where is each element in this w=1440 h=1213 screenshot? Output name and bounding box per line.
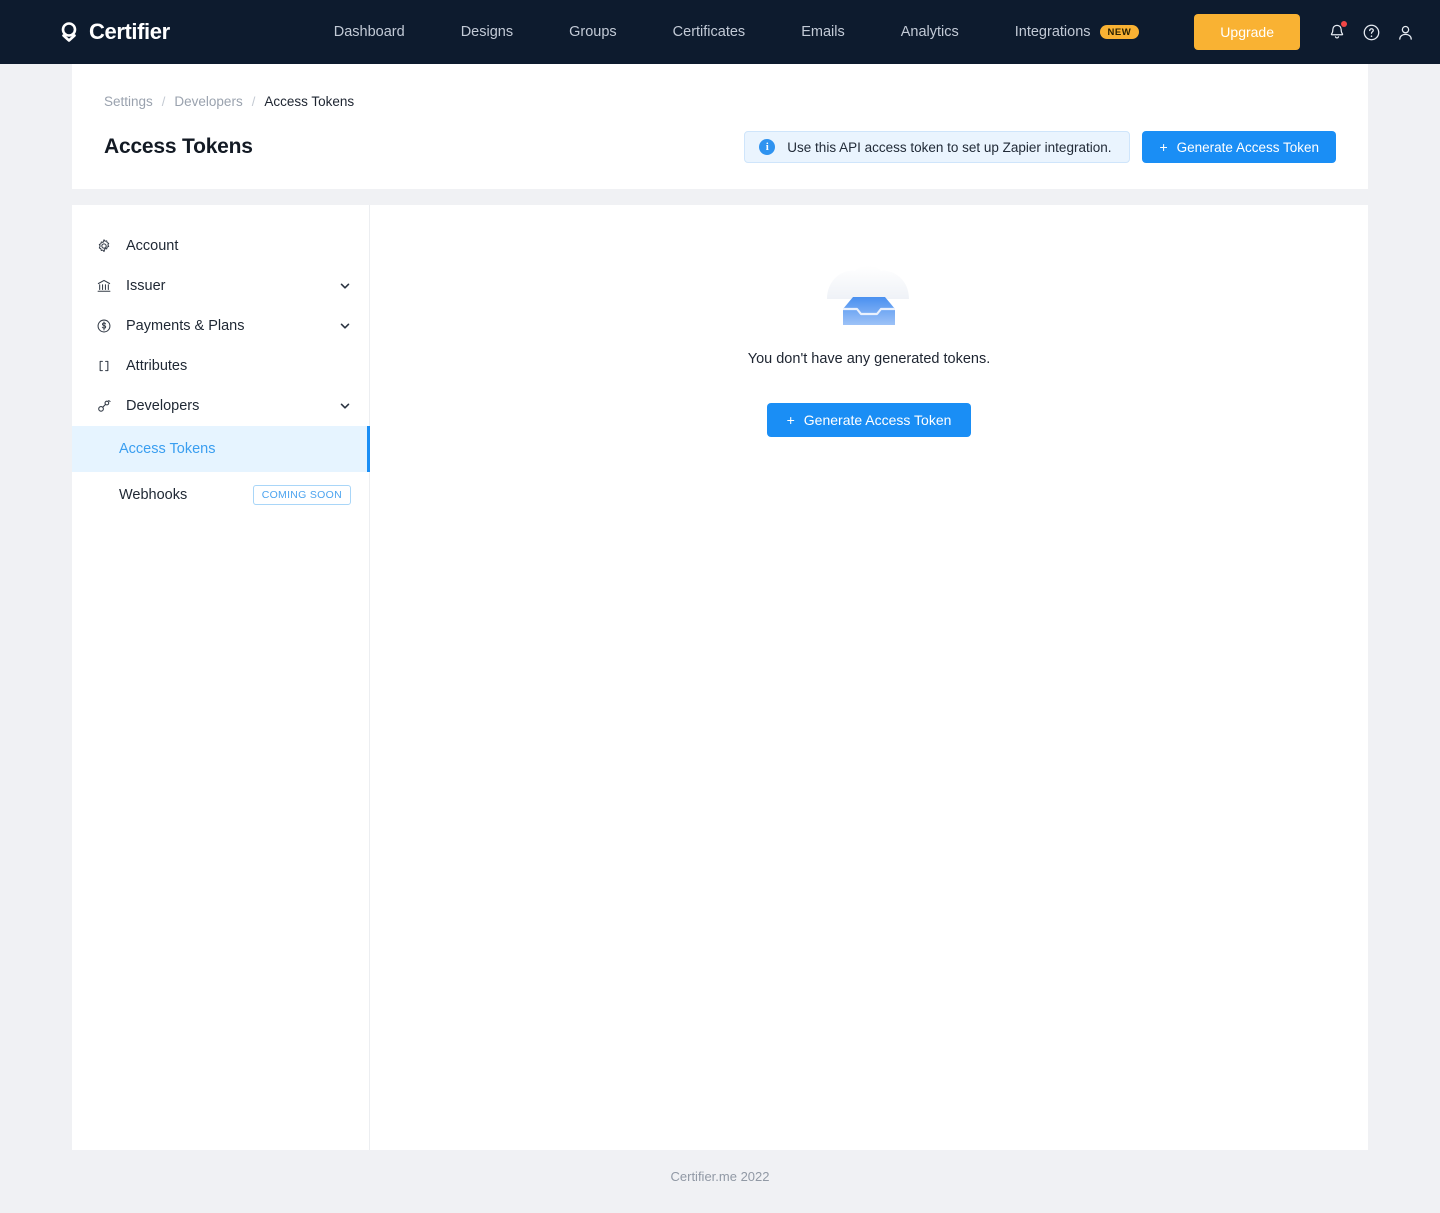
plus-icon: + bbox=[786, 412, 795, 428]
info-circle-icon: i bbox=[759, 139, 776, 155]
nav-right-actions: Upgrade bbox=[1194, 14, 1422, 50]
nav-link-certificates[interactable]: Certificates bbox=[645, 24, 774, 40]
nav-link-label: Integrations bbox=[1014, 24, 1091, 40]
generate-access-token-label: Generate Access Token bbox=[1176, 139, 1319, 155]
certifier-logo-icon bbox=[56, 19, 82, 45]
help-circle-icon[interactable] bbox=[1354, 15, 1388, 49]
upgrade-button[interactable]: Upgrade bbox=[1194, 14, 1300, 50]
generate-access-token-button-header[interactable]: + Generate Access Token bbox=[1142, 131, 1336, 163]
nav-link-integrations[interactable]: Integrations NEW bbox=[987, 24, 1167, 40]
key-icon bbox=[94, 398, 114, 414]
generate-access-token-label: Generate Access Token bbox=[803, 412, 952, 428]
settings-sidebar: Account Issuer Payments & Plans Attribut… bbox=[72, 205, 370, 1150]
breadcrumb: Settings / Developers / Access Tokens bbox=[104, 94, 1336, 109]
sidebar-item-label: Payments & Plans bbox=[126, 318, 245, 334]
user-account-icon[interactable] bbox=[1388, 15, 1422, 49]
brand-logo[interactable]: Certifier bbox=[56, 19, 170, 45]
nav-link-label: Groups bbox=[569, 24, 617, 40]
brackets-icon bbox=[94, 358, 114, 374]
page-header-row: Access Tokens i Use this API access toke… bbox=[104, 131, 1336, 163]
empty-box-icon bbox=[809, 263, 929, 335]
notification-dot bbox=[1341, 21, 1347, 27]
page-title: Access Tokens bbox=[104, 135, 253, 158]
page-header-actions: i Use this API access token to set up Za… bbox=[744, 131, 1336, 163]
main-nav-links: Dashboard Designs Groups Certificates Em… bbox=[306, 24, 1167, 40]
nav-link-label: Dashboard bbox=[333, 24, 405, 40]
coming-soon-badge: COMING SOON bbox=[252, 485, 351, 505]
chevron-down-icon[interactable] bbox=[339, 280, 351, 292]
empty-state-action: + Generate Access Token bbox=[766, 403, 972, 437]
settings-body-card: Account Issuer Payments & Plans Attribut… bbox=[72, 205, 1368, 1150]
sidebar-item-label: Issuer bbox=[126, 278, 166, 294]
breadcrumb-item-settings[interactable]: Settings bbox=[104, 94, 153, 109]
nav-link-analytics[interactable]: Analytics bbox=[873, 24, 987, 40]
chevron-down-icon[interactable] bbox=[339, 320, 351, 332]
bank-icon bbox=[94, 278, 114, 294]
nav-link-label: Certificates bbox=[672, 24, 746, 40]
generate-access-token-button-empty[interactable]: + Generate Access Token bbox=[766, 403, 972, 437]
sidebar-item-label: Account bbox=[126, 238, 179, 254]
breadcrumb-item-access-tokens: Access Tokens bbox=[264, 94, 355, 109]
nav-link-label: Designs bbox=[460, 24, 514, 40]
empty-state-message: You don't have any generated tokens. bbox=[747, 351, 991, 367]
chevron-down-icon[interactable] bbox=[339, 400, 351, 412]
sidebar-item-attributes[interactable]: Attributes bbox=[72, 346, 369, 386]
info-banner: i Use this API access token to set up Za… bbox=[744, 131, 1131, 163]
card-gap bbox=[72, 189, 1368, 205]
notifications-bell-icon[interactable] bbox=[1320, 15, 1354, 49]
nav-link-dashboard[interactable]: Dashboard bbox=[306, 24, 433, 40]
breadcrumb-item-developers[interactable]: Developers bbox=[174, 94, 242, 109]
sidebar-subitem-webhooks[interactable]: Webhooks COMING SOON bbox=[72, 472, 369, 518]
page-header-card: Settings / Developers / Access Tokens Ac… bbox=[72, 64, 1368, 189]
plus-icon: + bbox=[1159, 139, 1168, 155]
sidebar-subitem-access-tokens[interactable]: Access Tokens bbox=[72, 426, 370, 472]
sidebar-item-issuer[interactable]: Issuer bbox=[72, 266, 369, 306]
sidebar-subitem-label: Webhooks bbox=[119, 487, 188, 503]
nav-link-label: Emails bbox=[801, 24, 845, 40]
sidebar-item-label: Developers bbox=[126, 398, 200, 414]
nav-link-label: Analytics bbox=[900, 24, 959, 40]
nav-link-designs[interactable]: Designs bbox=[433, 24, 541, 40]
nav-link-emails[interactable]: Emails bbox=[773, 24, 873, 40]
sidebar-item-label: Attributes bbox=[126, 358, 188, 374]
page-container: Settings / Developers / Access Tokens Ac… bbox=[0, 64, 1440, 1150]
tokens-content-area: You don't have any generated tokens. + G… bbox=[370, 205, 1368, 1150]
breadcrumb-separator: / bbox=[251, 94, 256, 109]
nav-link-groups[interactable]: Groups bbox=[541, 24, 645, 40]
new-badge: NEW bbox=[1099, 24, 1140, 40]
info-banner-text: Use this API access token to set up Zapi… bbox=[787, 139, 1112, 155]
sidebar-item-developers[interactable]: Developers bbox=[72, 386, 369, 426]
sidebar-item-payments-plans[interactable]: Payments & Plans bbox=[72, 306, 369, 346]
sidebar-subitem-label: Access Tokens bbox=[119, 441, 216, 457]
dollar-circle-icon bbox=[94, 318, 114, 334]
sidebar-item-account[interactable]: Account bbox=[72, 226, 369, 266]
page-footer: Certifier.me 2022 bbox=[0, 1150, 1440, 1203]
top-navigation-bar: Certifier Dashboard Designs Groups Certi… bbox=[0, 0, 1440, 64]
brand-name: Certifier bbox=[89, 19, 170, 44]
breadcrumb-separator: / bbox=[161, 94, 166, 109]
footer-text: Certifier.me 2022 bbox=[670, 1169, 770, 1184]
gear-icon bbox=[94, 238, 114, 254]
